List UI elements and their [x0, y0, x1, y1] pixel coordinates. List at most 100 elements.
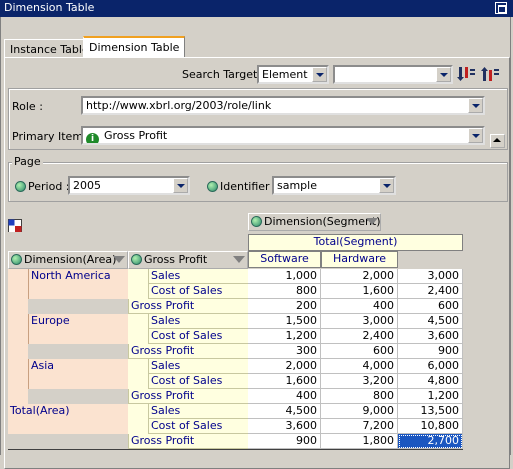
value-cell[interactable]: 2,000 [321, 269, 398, 284]
value-cell[interactable]: 3,000 [321, 314, 398, 329]
value-cell[interactable]: 3,600 [248, 419, 321, 434]
maximize-icon[interactable] [495, 2, 507, 14]
row-area-label: North America [28, 269, 128, 299]
value-cell[interactable]: 1,600 [248, 374, 321, 389]
value-cell[interactable]: 800 [248, 284, 321, 299]
chevron-down-icon[interactable] [436, 67, 451, 82]
value-cell[interactable]: 600 [398, 299, 463, 314]
page-group-label: Page [12, 155, 43, 168]
period-select[interactable]: 2005 [68, 176, 190, 195]
window-titlebar: Dimension Table [0, 0, 513, 17]
dimension-grid: Total(Segment) Software Hardware Dimensi… [8, 232, 506, 466]
chevron-down-icon[interactable] [468, 128, 483, 143]
chevron-down-icon[interactable] [173, 178, 188, 193]
value-cell[interactable]: 300 [248, 344, 321, 359]
selected-value-cell[interactable]: 2,700 [398, 434, 463, 449]
column-header-hardware: Hardware [321, 251, 398, 268]
identifier-select[interactable]: sample [272, 176, 396, 195]
row-dimension-header[interactable]: Dimension(Area) [8, 251, 128, 269]
value-cell[interactable]: 2,400 [321, 329, 398, 344]
value-cell[interactable]: 2,400 [398, 284, 463, 299]
search-target-value: Element [262, 68, 308, 81]
value-cell[interactable]: 2,000 [248, 359, 321, 374]
row-item-indent [128, 284, 148, 299]
row-item-label: Gross Profit [128, 299, 248, 314]
row-item-header-label: Gross Profit [144, 253, 208, 266]
value-cell[interactable]: 1,600 [321, 284, 398, 299]
search-target-select[interactable]: Element [257, 65, 329, 84]
value-cell[interactable]: 1,200 [398, 389, 463, 404]
window-frame: Instance Table Dimension Table Search Ta… [0, 17, 511, 469]
row-item-label: Gross Profit [128, 344, 248, 359]
row-item-label: Gross Profit [128, 434, 248, 449]
value-cell[interactable]: 1,800 [321, 434, 398, 449]
value-cell[interactable]: 900 [248, 434, 321, 449]
identifier-label-text: Identifier : [220, 180, 277, 193]
dimension-icon [131, 254, 142, 265]
row-item-label: Cost of Sales [148, 374, 248, 389]
sort-up-icon[interactable] [481, 66, 501, 82]
value-cell[interactable]: 1,200 [248, 329, 321, 344]
row-item-label: Gross Profit [128, 389, 248, 404]
value-cell[interactable]: 200 [248, 299, 321, 314]
role-label: Role : [12, 100, 43, 113]
row-area-indent [8, 269, 28, 314]
chevron-down-icon[interactable] [312, 67, 327, 82]
row-item-label: Cost of Sales [148, 284, 248, 299]
window-title: Dimension Table [4, 1, 95, 14]
value-cell[interactable]: 6,000 [398, 359, 463, 374]
row-item-header[interactable]: Gross Profit [128, 251, 248, 269]
value-cell[interactable]: 4,800 [398, 374, 463, 389]
value-cell[interactable]: 1,500 [248, 314, 321, 329]
collapse-button[interactable] [490, 134, 505, 148]
row-item-indent [128, 314, 148, 329]
dimension-icon [11, 254, 22, 265]
tab-instance-table[interactable]: Instance Table [4, 39, 95, 58]
value-cell[interactable]: 400 [321, 299, 398, 314]
dropdown-icon [366, 218, 378, 225]
value-cell[interactable]: 3,000 [398, 269, 463, 284]
row-area-label: Europe [28, 314, 128, 344]
search-target-label: Search Target [182, 68, 258, 81]
row-item-label: Sales [148, 269, 248, 284]
row-area-label: Total(Area) [8, 404, 128, 434]
primary-item-value: Gross Profit [104, 129, 168, 142]
value-cell[interactable]: 3,200 [321, 374, 398, 389]
primary-item-select[interactable]: i Gross Profit [81, 126, 485, 145]
column-dimension-header[interactable]: Dimension(Segment) [248, 213, 381, 231]
value-cell[interactable]: 4,500 [398, 314, 463, 329]
value-cell[interactable]: 4,000 [321, 359, 398, 374]
value-cell[interactable]: 1,000 [248, 269, 321, 284]
sort-down-icon[interactable] [457, 66, 477, 82]
value-cell[interactable]: 400 [248, 389, 321, 404]
tab-label: Instance Table [10, 43, 89, 56]
row-area-indent [8, 314, 28, 359]
primary-item-label: Primary Item : [12, 130, 91, 143]
row-item-indent [128, 359, 148, 374]
dimension-icon [15, 181, 26, 192]
dropdown-icon [233, 256, 245, 263]
value-cell[interactable]: 600 [321, 344, 398, 359]
value-cell[interactable]: 3,600 [398, 329, 463, 344]
value-cell[interactable]: 10,800 [398, 419, 463, 434]
role-select[interactable]: http://www.xbrl.org/2003/role/link [81, 96, 485, 115]
search-query-input[interactable] [333, 65, 453, 84]
value-cell[interactable]: 900 [398, 344, 463, 359]
value-cell[interactable]: 800 [321, 389, 398, 404]
dimension-icon [207, 181, 218, 192]
value-cell[interactable]: 9,000 [321, 404, 398, 419]
row-item-label: Sales [148, 359, 248, 374]
value-cell[interactable]: 13,500 [398, 404, 463, 419]
column-header-software: Software [248, 251, 321, 268]
value-cell[interactable]: 7,200 [321, 419, 398, 434]
row-item-indent [128, 374, 148, 389]
column-total-header: Total(Segment) [248, 234, 463, 251]
value-cell[interactable]: 4,500 [248, 404, 321, 419]
period-value: 2005 [73, 179, 101, 192]
chevron-down-icon[interactable] [468, 98, 483, 113]
tab-dimension-table[interactable]: Dimension Table [83, 36, 186, 58]
table-corner-icon[interactable] [8, 219, 22, 233]
tab-label: Dimension Table [89, 41, 180, 54]
chevron-down-icon[interactable] [379, 178, 394, 193]
row-item-indent [128, 404, 148, 419]
